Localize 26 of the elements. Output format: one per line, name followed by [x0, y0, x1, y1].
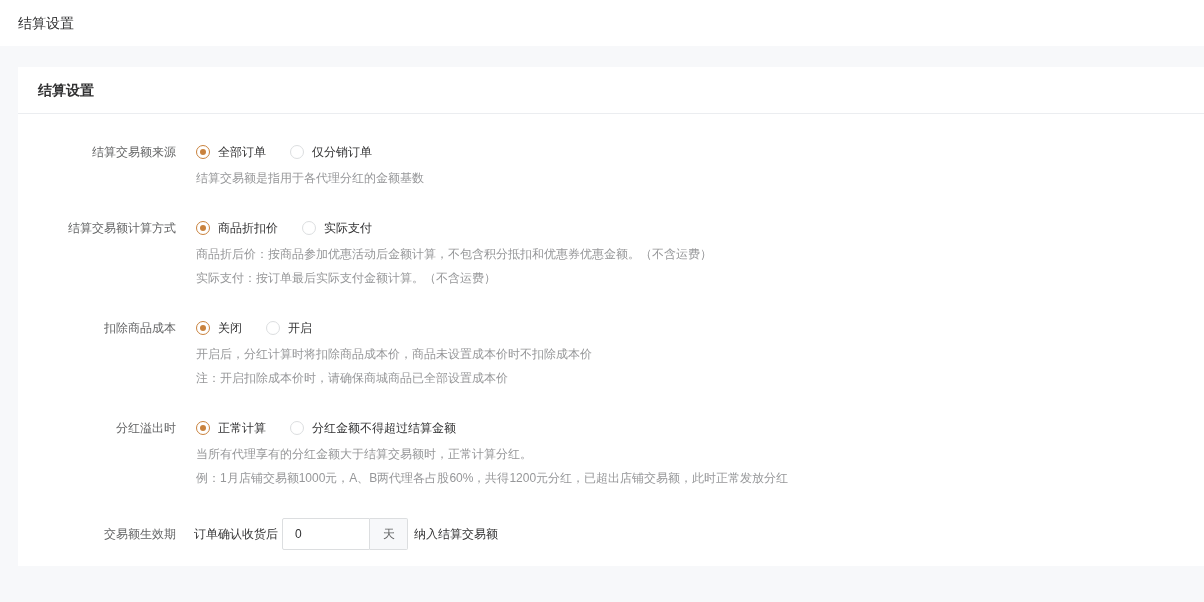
setting-label: 分红溢出时	[116, 420, 176, 437]
help-text: 商品折后价：按商品参加优惠活动后金额计算，不包含积分抵扣和优惠券优惠金额。（不含运费）	[196, 246, 712, 263]
radio-option[interactable]: 正常计算	[196, 419, 266, 437]
help-text: 当所有代理享有的分红金额大于结算交易额时，正常计算分红。	[196, 446, 532, 463]
page-title: 结算设置	[18, 13, 74, 33]
setting-label: 扣除商品成本	[104, 320, 176, 337]
setting-label: 交易额生效期	[104, 526, 176, 543]
radio-option[interactable]: 关闭	[196, 319, 242, 337]
days-input[interactable]: 0	[282, 518, 370, 550]
field-prefix: 订单确认收货后	[194, 526, 278, 543]
unit-addon: 天	[370, 518, 408, 550]
radio-option[interactable]: 实际支付	[302, 219, 372, 237]
radio-option[interactable]: 全部订单	[196, 143, 266, 161]
help-text: 注：开启扣除成本价时，请确保商城商品已全部设置成本价	[196, 370, 508, 387]
help-text: 结算交易额是指用于各代理分红的金额基数	[196, 170, 424, 187]
setting-label: 结算交易额来源	[92, 144, 176, 161]
field-suffix: 纳入结算交易额	[414, 526, 498, 543]
help-text: 例：1月店铺交易额1000元，A、B两代理各占股60%，共得1200元分红，已超出店铺交易额，此时正常发放分红	[196, 470, 789, 487]
radio-option[interactable]: 开启	[266, 319, 312, 337]
setting-label: 结算交易额计算方式	[68, 220, 176, 237]
help-text: 开启后，分红计算时将扣除商品成本价，商品未设置成本价时不扣除成本价	[196, 346, 592, 363]
radio-option[interactable]: 仅分销订单	[290, 143, 372, 161]
radio-option[interactable]: 商品折扣价	[196, 219, 278, 237]
card-title: 结算设置	[38, 80, 94, 100]
help-text: 实际支付：按订单最后实际支付金额计算。（不含运费）	[196, 270, 496, 287]
radio-option[interactable]: 分红金额不得超过结算金额	[290, 419, 456, 437]
